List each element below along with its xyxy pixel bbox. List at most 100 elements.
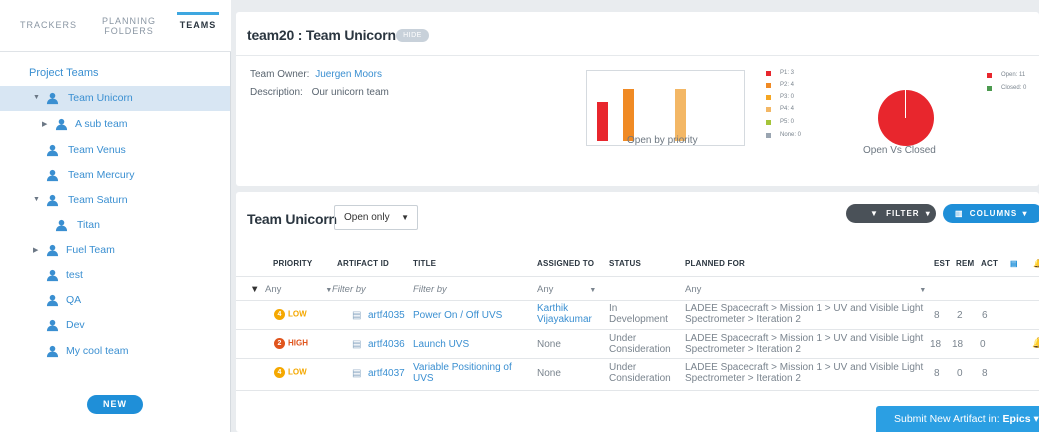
title-filter-input[interactable]: Filter by bbox=[413, 284, 447, 295]
sidebar-item-label: Team Saturn bbox=[68, 194, 128, 206]
legend-swatch bbox=[987, 86, 992, 91]
artifact-title-link[interactable]: Launch UVS bbox=[413, 339, 469, 350]
rem-value: 18 bbox=[952, 339, 964, 350]
planned-for-value: LADEE Spacecraft > Mission 1 > UV and Vi… bbox=[685, 333, 924, 355]
chevron-right-icon[interactable]: ▶ bbox=[33, 246, 38, 254]
team-icon bbox=[46, 169, 59, 182]
filter-button[interactable]: ▼ FILTER ▾ bbox=[846, 204, 936, 223]
artifact-doc-icon: ▤ bbox=[352, 310, 362, 321]
priority-filter[interactable]: Any ▼ bbox=[265, 284, 332, 295]
columns-button-label: COLUMNS bbox=[969, 209, 1018, 218]
submit-new-artifact-button[interactable]: Submit New Artifact in: Epics ▾ bbox=[876, 406, 1039, 432]
col-header-artifact-id[interactable]: ARTIFACT ID bbox=[337, 259, 389, 268]
planned-for-value: LADEE Spacecraft > Mission 1 > UV and Vi… bbox=[685, 362, 924, 384]
sidebar-item-team-unicorn[interactable]: ▼ Team Unicorn bbox=[0, 86, 230, 111]
chevron-down-icon: ▾ bbox=[1022, 209, 1028, 218]
project-teams-heading[interactable]: Project Teams bbox=[29, 67, 99, 79]
priority-badge: 4 LOW bbox=[274, 367, 307, 378]
sidebar-item-test[interactable]: test bbox=[0, 263, 230, 288]
act-value: 8 bbox=[982, 368, 988, 379]
artifact-title-link[interactable]: Power On / Off UVS bbox=[413, 310, 502, 321]
tab-trackers[interactable]: TRACKERS bbox=[20, 20, 76, 30]
artifact-id-link[interactable]: artf4035 bbox=[368, 310, 405, 321]
sidebar-item-qa[interactable]: QA bbox=[0, 288, 230, 313]
sidebar-item-label: My cool team bbox=[66, 345, 129, 357]
submit-target: Epics bbox=[1002, 413, 1031, 425]
bar-chart-caption: Open by priority bbox=[627, 135, 698, 146]
artifact-id-link[interactable]: artf4037 bbox=[368, 368, 405, 379]
new-team-button[interactable]: NEW bbox=[87, 395, 143, 414]
filter-button-label: FILTER bbox=[886, 209, 920, 218]
artifact-id-filter-input[interactable]: Filter by bbox=[332, 284, 366, 295]
col-header-priority[interactable]: PRIORITY bbox=[273, 259, 312, 268]
chevron-right-icon[interactable]: ▶ bbox=[42, 120, 47, 128]
sidebar-item-label: A sub team bbox=[75, 118, 128, 130]
col-header-planned-for[interactable]: PLANNED FOR bbox=[685, 259, 745, 268]
assigned-to-link[interactable]: Karthik Vijayakumar bbox=[537, 303, 592, 325]
pie-chart-caption: Open Vs Closed bbox=[863, 145, 936, 156]
col-header-est[interactable]: EST bbox=[934, 259, 950, 268]
team-icon bbox=[46, 244, 59, 257]
hide-button[interactable]: HIDE bbox=[396, 29, 429, 42]
description-row: Description: Our unicorn team bbox=[250, 87, 389, 98]
sidebar-item-my-cool-team[interactable]: My cool team bbox=[0, 339, 230, 364]
open-only-select[interactable]: Open only ▼ bbox=[334, 205, 418, 230]
open-vs-closed-pie[interactable] bbox=[878, 90, 934, 146]
team-icon bbox=[46, 294, 59, 307]
sidebar-item-label: test bbox=[66, 269, 83, 281]
planned-for-value: LADEE Spacecraft > Mission 1 > UV and Vi… bbox=[685, 303, 924, 325]
chevron-down-icon: ▾ bbox=[1033, 413, 1039, 425]
planned-for-filter[interactable]: Any ▼ bbox=[685, 284, 926, 295]
description-value: Our unicorn team bbox=[311, 87, 389, 98]
team-owner-link[interactable]: Juergen Moors bbox=[315, 69, 382, 80]
col-header-assigned-to[interactable]: ASSIGNED TO bbox=[537, 259, 594, 268]
row-divider bbox=[236, 329, 1039, 330]
filter-icon: ▼ bbox=[870, 209, 879, 218]
artifact-table-panel: Team Unicorn Open only ▼ ▼ FILTER ▾ ▥ CO… bbox=[236, 192, 1039, 432]
chevron-down-icon[interactable]: ▼ bbox=[33, 94, 40, 101]
legend-swatch bbox=[766, 71, 771, 76]
artifact-title-link[interactable]: Variable Positioning of UVS bbox=[413, 362, 512, 384]
sidebar-item-label: Titan bbox=[77, 219, 100, 231]
col-header-status[interactable]: STATUS bbox=[609, 259, 641, 268]
artifact-id-link[interactable]: artf4036 bbox=[368, 339, 405, 350]
col-header-act[interactable]: ACT bbox=[981, 259, 998, 268]
bar-p4[interactable] bbox=[675, 89, 686, 141]
sidebar-item-label: Team Mercury bbox=[68, 169, 135, 181]
priority-number: 4 bbox=[274, 309, 285, 320]
sidebar-item-dev[interactable]: Dev bbox=[0, 313, 230, 338]
document-icon[interactable]: ▤ bbox=[1010, 259, 1018, 268]
dropdown-caret-icon: ▼ bbox=[401, 213, 409, 222]
tab-planning-folders[interactable]: PLANNING FOLDERS bbox=[98, 16, 160, 36]
team-owner-row: Team Owner: Juergen Moors bbox=[250, 69, 382, 80]
legend-swatch bbox=[987, 73, 992, 78]
col-header-rem[interactable]: REM bbox=[956, 259, 974, 268]
bar-p2[interactable] bbox=[623, 89, 634, 141]
est-value: 8 bbox=[934, 310, 940, 321]
chevron-down-icon[interactable]: ▼ bbox=[33, 196, 40, 203]
team-icon bbox=[46, 144, 59, 157]
select-value: Open only bbox=[344, 212, 390, 223]
sidebar-item-titan[interactable]: Titan bbox=[0, 213, 230, 238]
team-icon bbox=[46, 194, 59, 207]
sidebar-item-label: QA bbox=[66, 294, 82, 306]
legend-swatch bbox=[766, 83, 771, 88]
team-icon bbox=[46, 345, 59, 358]
sidebar-item-fuel-team[interactable]: ▶ Fuel Team bbox=[0, 238, 230, 263]
columns-icon: ▥ bbox=[955, 209, 964, 218]
legend-swatch bbox=[766, 95, 771, 100]
bell-icon[interactable]: 🔔 bbox=[1033, 259, 1039, 268]
bell-icon[interactable]: 🔔 bbox=[1032, 338, 1039, 349]
col-header-title[interactable]: TITLE bbox=[413, 259, 436, 268]
sidebar-item-team-venus[interactable]: Team Venus bbox=[0, 138, 230, 163]
bar-p1[interactable] bbox=[597, 102, 608, 141]
page-title: team20 : Team Unicorn bbox=[247, 27, 396, 43]
columns-button[interactable]: ▥ COLUMNS ▾ bbox=[943, 204, 1039, 223]
sidebar-item-a-sub-team[interactable]: ▶ A sub team bbox=[0, 112, 230, 137]
status-value: In Development bbox=[609, 303, 668, 325]
assigned-to-filter[interactable]: Any ▼ bbox=[537, 284, 596, 295]
sidebar-item-team-mercury[interactable]: Team Mercury bbox=[0, 163, 230, 188]
sidebar-item-team-saturn[interactable]: ▼ Team Saturn bbox=[0, 188, 230, 213]
tab-teams[interactable]: TEAMS bbox=[175, 20, 221, 30]
priority-badge: 2 HIGH bbox=[274, 338, 308, 349]
